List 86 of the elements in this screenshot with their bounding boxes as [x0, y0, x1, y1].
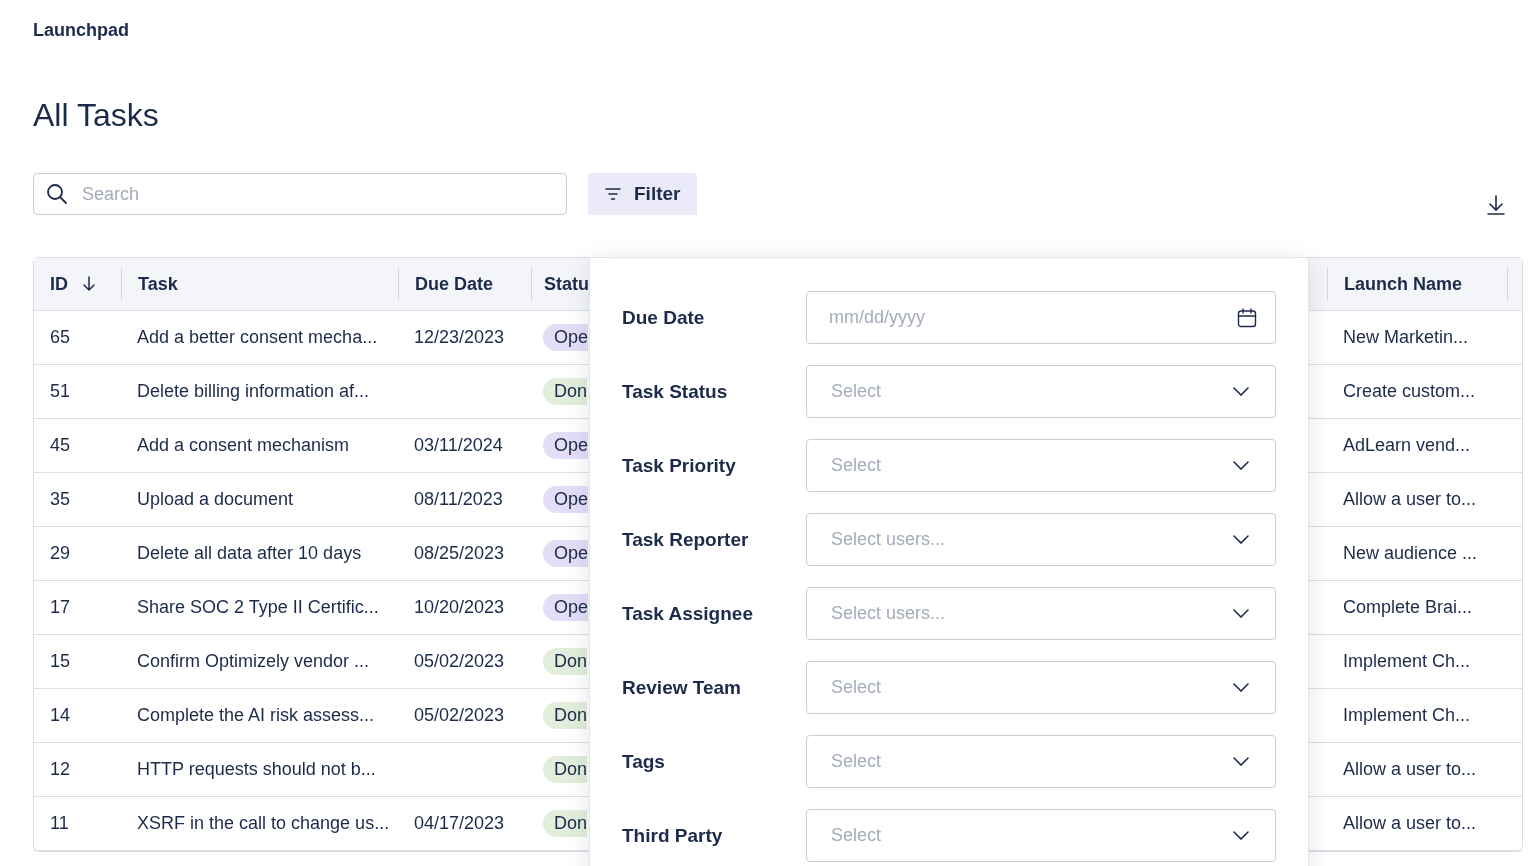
table-cell-text: Implement Ch... — [1342, 650, 1472, 673]
table-cell-text: HTTP requests should not b... — [136, 758, 377, 781]
table-cell-text: 17 — [49, 596, 72, 619]
table-cell-text: Allow a user to... — [1342, 812, 1478, 835]
column-header[interactable]: ID — [34, 258, 121, 310]
table-cell-text: Allow a user to... — [1342, 488, 1478, 511]
header-label: ID — [50, 273, 68, 295]
table-cell-text: New audience ... — [1342, 542, 1479, 565]
filter-label: Task Priority — [622, 454, 737, 477]
table-cell: 05/02/2023 — [414, 651, 505, 672]
table-cell-text: 35 — [49, 488, 72, 511]
status-label: Ope — [543, 432, 589, 459]
filter-label: Tags — [622, 750, 666, 773]
filter-field[interactable]: Select users... — [806, 513, 1276, 566]
status-label: Don — [543, 378, 588, 405]
status-label: Ope — [543, 486, 589, 513]
table-cell: 04/17/2023 — [414, 813, 505, 834]
status-label: Don — [543, 648, 588, 675]
download-icon[interactable] — [1487, 195, 1505, 215]
table-cell-text: Confirm Optimizely vendor ... — [136, 650, 371, 673]
chevron-down-icon — [1233, 609, 1249, 618]
filter-field[interactable]: mm/dd/yyyy — [806, 291, 1276, 344]
status-label: Don — [543, 702, 588, 729]
status-label: Ope — [543, 540, 589, 567]
search-icon — [46, 183, 68, 205]
table-cell: 12/23/2023 — [414, 327, 505, 348]
filter-label: Review Team — [622, 676, 742, 699]
column-header[interactable]: Due Date — [398, 268, 531, 300]
table-cell-text: Allow a user to... — [1342, 758, 1478, 781]
column-header[interactable]: Task — [121, 268, 398, 300]
filter-label: Task Reporter — [622, 528, 750, 551]
table-cell-text: 65 — [49, 326, 72, 349]
table-cell-text: Delete billing information af... — [136, 380, 371, 403]
filter-field[interactable]: Select — [806, 365, 1276, 418]
calendar-icon — [1237, 307, 1257, 328]
table-cell-text: 11 — [49, 812, 70, 835]
chevron-down-icon — [1233, 461, 1249, 470]
table-cell: 03/11/2024 — [414, 435, 503, 456]
filter-label: Due Date — [622, 306, 706, 329]
table-cell: 08/11/2023 — [414, 489, 503, 510]
table-cell-text: Share SOC 2 Type II Certific... — [136, 596, 380, 619]
column-header[interactable]: Statu — [531, 268, 588, 300]
table-cell-text: 29 — [49, 542, 72, 565]
filter-label: Third Party — [622, 824, 724, 847]
table-cell-text: 14 — [49, 704, 72, 727]
chevron-down-icon — [1233, 757, 1249, 766]
app-name: Launchpad — [33, 20, 130, 41]
table-cell-text: Delete all data after 10 days — [136, 542, 363, 565]
chevron-down-icon — [1233, 535, 1249, 544]
filter-field[interactable]: Select — [806, 735, 1276, 788]
table-cell-text: Add a consent mechanism — [136, 434, 351, 457]
table-cell-text: Add a better consent mecha... — [136, 326, 379, 349]
table-cell-text: Complete Brai... — [1342, 596, 1474, 619]
filter-field[interactable]: Select — [806, 439, 1276, 492]
table-cell: 10/20/2023 — [414, 597, 505, 618]
filter-field[interactable]: Select — [806, 809, 1276, 862]
table-cell-text: Create custom... — [1342, 380, 1477, 403]
table-cell: 05/02/2023 — [414, 705, 505, 726]
table-cell-text: Implement Ch... — [1342, 704, 1472, 727]
table-cell-text: New Marketin... — [1342, 326, 1470, 349]
filter-field[interactable]: Select — [806, 661, 1276, 714]
table-cell: 08/25/2023 — [414, 543, 505, 564]
filter-icon — [605, 188, 621, 200]
filter-label: Task Status — [622, 380, 729, 403]
chevron-down-icon — [1233, 387, 1249, 396]
chevron-down-icon — [1233, 831, 1249, 840]
filter-button[interactable]: Filter — [588, 173, 698, 215]
table-cell-text: 12 — [49, 758, 72, 781]
sort-arrow-icon — [82, 276, 96, 292]
status-label: Ope — [543, 594, 589, 621]
chevron-down-icon — [1233, 683, 1249, 692]
table-cell-text: 45 — [49, 434, 72, 457]
table-cell-text: AdLearn vend... — [1342, 434, 1472, 457]
search-field[interactable]: Search — [33, 173, 567, 215]
column-header[interactable]: Launch Name — [1327, 268, 1508, 300]
table-cell-text: Upload a document — [136, 488, 295, 511]
status-label: Don — [543, 756, 588, 783]
status-label: Don — [543, 810, 588, 837]
status-label: Ope — [543, 324, 589, 351]
filter-label: Task Assignee — [622, 602, 754, 625]
table-cell-text: XSRF in the call to change us... — [136, 812, 391, 835]
table-cell-text: 51 — [49, 380, 72, 403]
table-cell-text: Complete the AI risk assess... — [136, 704, 376, 727]
filter-field[interactable]: Select users... — [806, 587, 1276, 640]
table-cell-text: 15 — [49, 650, 72, 673]
page-title: All Tasks — [33, 97, 160, 134]
